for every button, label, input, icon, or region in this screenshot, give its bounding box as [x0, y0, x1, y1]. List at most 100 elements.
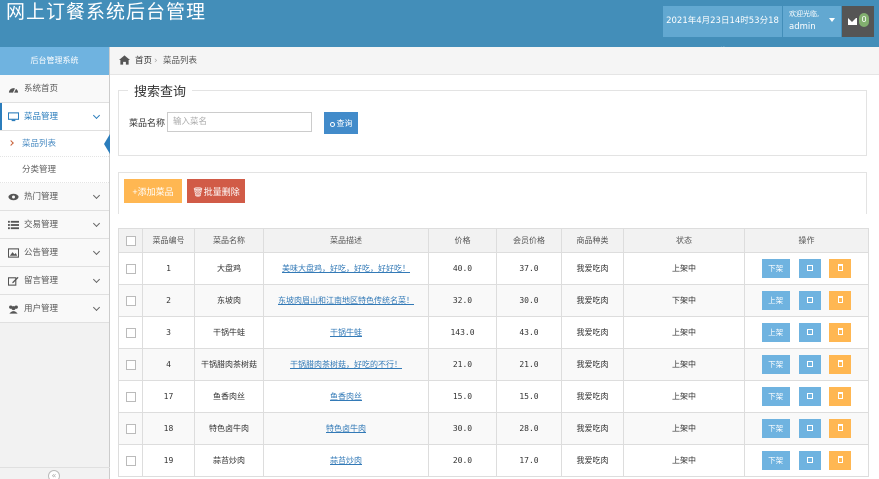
- messages-button[interactable]: 0: [842, 6, 874, 37]
- column-header-category: 商品种类: [561, 228, 624, 253]
- dish-status: 上架中: [623, 444, 745, 477]
- collapse-sidebar-icon[interactable]: «: [48, 470, 60, 479]
- edit-button[interactable]: [798, 355, 821, 374]
- row-checkbox[interactable]: [125, 327, 136, 338]
- dish-price: 32.0: [428, 284, 497, 317]
- toggle-listing-button[interactable]: 上架: [761, 291, 790, 310]
- sidebar-item-transactions[interactable]: 交易管理: [0, 211, 109, 239]
- batch-delete-button[interactable]: 🗑批量删除: [187, 179, 245, 203]
- datetime-display: 2021年4月23日14时53分18秒: [663, 6, 782, 57]
- dish-name: 干锅腊肉茶树菇: [194, 348, 264, 381]
- delete-button[interactable]: [829, 323, 852, 342]
- delete-button[interactable]: [829, 451, 852, 470]
- dish-description-link[interactable]: 干锅腊肉茶树菇，好吃的不行！: [290, 360, 402, 369]
- sidebar-item-label: 系统首页: [24, 84, 59, 94]
- row-checkbox[interactable]: [125, 295, 136, 306]
- select-all-checkbox[interactable]: [125, 235, 136, 246]
- row-checkbox[interactable]: [125, 359, 136, 370]
- edit-button[interactable]: [798, 291, 821, 310]
- table-row: 19 蒜苔炒肉 蒜苔炒肉 20.0 17.0 我爱吃肉 上架中 下架: [118, 444, 869, 477]
- toggle-listing-button[interactable]: 下架: [761, 259, 790, 278]
- column-header-member-price: 会员价格: [496, 228, 562, 253]
- sidebar-item-dish-management[interactable]: 菜品管理: [0, 103, 109, 131]
- dish-description-link[interactable]: 特色卤牛肉: [326, 424, 366, 433]
- edit-button[interactable]: [798, 387, 821, 406]
- row-checkbox[interactable]: [125, 391, 136, 402]
- welcome-text: 欢迎光临,: [789, 10, 820, 18]
- row-select-cell: [118, 412, 143, 445]
- chevron-down-icon: [92, 111, 101, 120]
- toggle-listing-button[interactable]: 上架: [761, 323, 790, 342]
- dish-name-search-input[interactable]: [167, 112, 312, 132]
- table-row: 4 干锅腊肉茶树菇 干锅腊肉茶树菇，好吃的不行！ 21.0 21.0 我爱吃肉 …: [118, 348, 869, 381]
- row-checkbox[interactable]: [125, 455, 136, 466]
- breadcrumb-home-link[interactable]: 首页: [135, 47, 152, 75]
- row-actions: 下架: [744, 348, 869, 381]
- edit-icon: [806, 329, 813, 335]
- edit-button[interactable]: [798, 419, 821, 438]
- trash-icon: [837, 328, 843, 335]
- user-menu[interactable]: 欢迎光临, admin: [783, 6, 841, 37]
- row-checkbox[interactable]: [125, 423, 136, 434]
- edit-icon: [806, 265, 813, 271]
- dish-member-price: 15.0: [496, 380, 562, 413]
- edit-icon: [806, 393, 813, 399]
- dish-description-link[interactable]: 干锅牛蛙: [330, 328, 362, 337]
- sidebar-item-announcements[interactable]: 公告管理: [0, 239, 109, 267]
- toggle-listing-button[interactable]: 下架: [761, 387, 790, 406]
- search-button[interactable]: 查询: [324, 112, 358, 134]
- add-dish-button[interactable]: +添加菜品: [124, 179, 182, 203]
- dish-category: 我爱吃肉: [561, 316, 624, 349]
- row-select-cell: [118, 380, 143, 413]
- dish-member-price: 21.0: [496, 348, 562, 381]
- dish-description-link[interactable]: 蒜苔炒肉: [330, 456, 362, 465]
- breadcrumb-current: 菜品列表: [163, 56, 198, 66]
- edit-button[interactable]: [798, 451, 821, 470]
- dish-price: 20.0: [428, 444, 497, 477]
- dish-name: 干锅牛蛙: [194, 316, 264, 349]
- sidebar-item-label: 菜品管理: [24, 112, 59, 122]
- sidebar-item-users[interactable]: 用户管理: [0, 295, 109, 323]
- edit-button[interactable]: [798, 259, 821, 278]
- dish-category: 我爱吃肉: [561, 412, 624, 445]
- sidebar-item-popular[interactable]: 热门管理: [0, 183, 109, 211]
- toggle-listing-button[interactable]: 下架: [761, 419, 790, 438]
- sidebar-subitem-categories[interactable]: 分类管理: [0, 157, 109, 183]
- eye-icon: [8, 193, 19, 201]
- edit-button[interactable]: [798, 323, 821, 342]
- row-checkbox[interactable]: [125, 263, 136, 274]
- edit-icon: [806, 297, 813, 303]
- angle-right-icon: [8, 140, 14, 146]
- search-panel-title: 搜索查询: [128, 81, 193, 100]
- dish-description-link[interactable]: 东坡肉眉山和江南地区特色传统名菜！: [278, 296, 414, 305]
- delete-button[interactable]: [829, 387, 852, 406]
- sidebar-item-label: 分类管理: [22, 165, 57, 175]
- dish-price: 15.0: [428, 380, 497, 413]
- table-row: 17 鱼香肉丝 鱼香肉丝 15.0 15.0 我爱吃肉 上架中 下架: [118, 380, 869, 413]
- toggle-listing-button[interactable]: 下架: [761, 355, 790, 374]
- delete-button[interactable]: [829, 355, 852, 374]
- home-icon: [119, 55, 130, 65]
- search-button-label: 查询: [336, 118, 353, 128]
- dish-description-link[interactable]: 美味大盘鸡，好吃，好吃，好好吃！: [282, 264, 410, 273]
- delete-button[interactable]: [829, 419, 852, 438]
- breadcrumb: 首页 › 菜品列表: [110, 47, 879, 75]
- delete-button[interactable]: [829, 291, 852, 310]
- select-all-cell: [118, 228, 143, 253]
- column-header-actions: 操作: [744, 228, 869, 253]
- dish-category: 我爱吃肉: [561, 380, 624, 413]
- dish-description-link[interactable]: 鱼香肉丝: [330, 392, 362, 401]
- row-select-cell: [118, 284, 143, 317]
- dish-id: 1: [142, 252, 195, 285]
- dish-name: 大盘鸡: [194, 252, 264, 285]
- sidebar-subitem-dish-list[interactable]: 菜品列表: [0, 131, 110, 157]
- trash-icon: [837, 360, 843, 367]
- row-select-cell: [118, 444, 143, 477]
- dish-description-cell: 美味大盘鸡，好吃，好吃，好好吃！: [263, 252, 429, 285]
- toggle-listing-button[interactable]: 下架: [761, 451, 790, 470]
- sidebar-item-messages[interactable]: 留言管理: [0, 267, 109, 295]
- delete-button[interactable]: [829, 259, 852, 278]
- trash-icon: [837, 456, 843, 463]
- sidebar-item-dashboard[interactable]: 系统首页: [0, 75, 109, 103]
- app-title: 网上订餐系统后台管理: [6, 1, 207, 23]
